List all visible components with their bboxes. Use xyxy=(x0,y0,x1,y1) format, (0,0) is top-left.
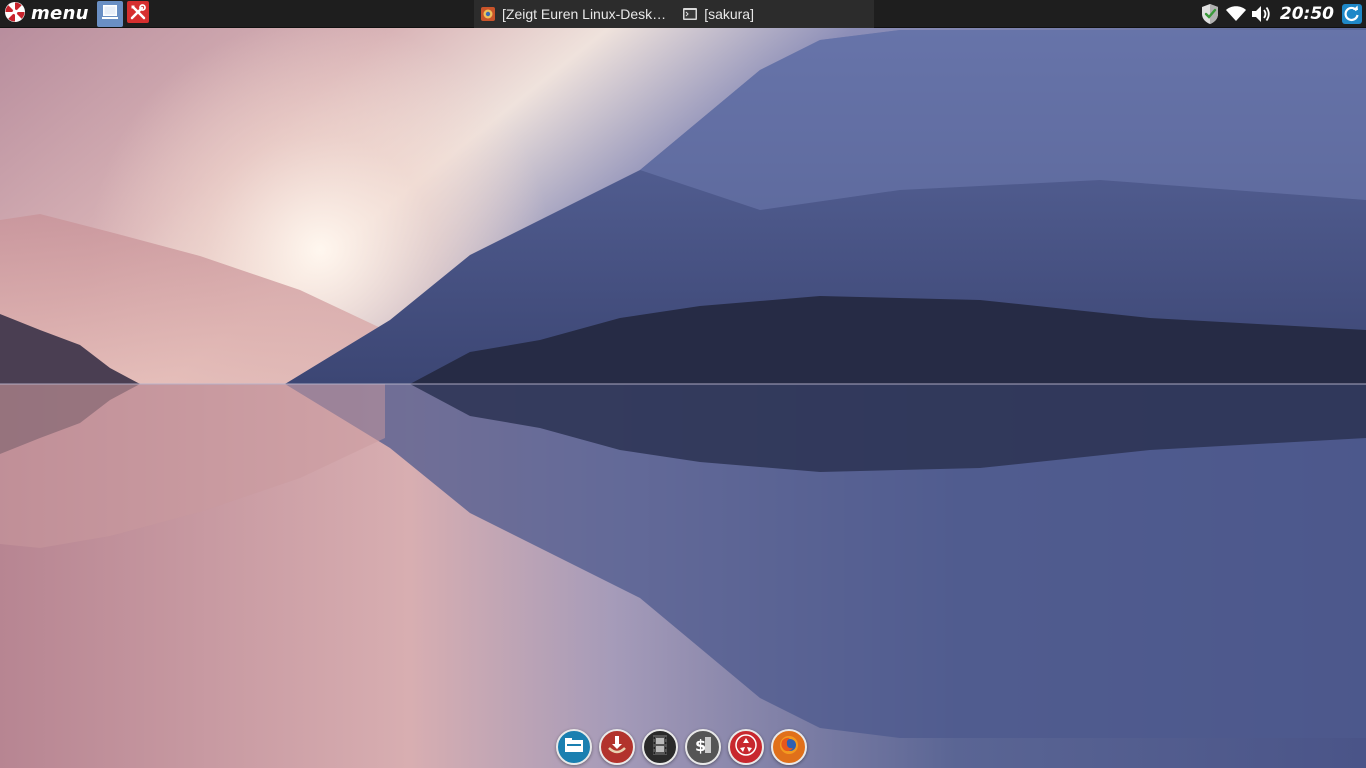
main-menu-button[interactable]: menu xyxy=(0,0,95,28)
desktop-wallpaper[interactable] xyxy=(0,0,1366,768)
dock-firefox[interactable] xyxy=(771,729,807,765)
dock-terminal[interactable]: $ xyxy=(685,729,721,765)
terminal-dollar-icon: $ xyxy=(692,734,714,760)
film-icon xyxy=(650,734,670,760)
dock-media[interactable] xyxy=(642,729,678,765)
dock-trash[interactable] xyxy=(728,729,764,765)
dock-downloader[interactable] xyxy=(599,729,635,765)
shield-icon[interactable] xyxy=(1198,0,1222,28)
peppermint-logo-icon xyxy=(4,1,26,27)
taskbar: [Zeigt Euren Linux-Desk… [sakura] xyxy=(474,0,874,28)
task-terminal-window[interactable]: [sakura] xyxy=(676,0,760,28)
system-tools-launcher[interactable] xyxy=(125,0,151,27)
svg-text:$: $ xyxy=(695,736,706,755)
folder-icon xyxy=(563,735,585,759)
task-label: [Zeigt Euren Linux-Desk… xyxy=(502,6,667,22)
terminal-icon xyxy=(682,6,698,22)
clock[interactable]: 20:50 xyxy=(1280,4,1334,24)
task-browser-window[interactable]: [Zeigt Euren Linux-Desk… xyxy=(474,0,672,28)
task-label: [sakura] xyxy=(704,6,754,22)
menu-label: menu xyxy=(31,3,89,24)
firefox-icon xyxy=(777,733,801,761)
tools-icon xyxy=(126,0,149,27)
dock-file-manager[interactable] xyxy=(556,729,592,765)
volume-icon[interactable] xyxy=(1250,0,1274,28)
desktop-icon xyxy=(100,2,120,26)
dock: $ xyxy=(556,728,814,766)
wifi-icon[interactable] xyxy=(1224,0,1248,28)
browser-icon xyxy=(480,6,496,22)
system-tray: 20:50 xyxy=(1196,0,1366,28)
download-icon xyxy=(606,734,628,760)
update-icon[interactable] xyxy=(1340,0,1364,28)
recycle-icon xyxy=(734,733,758,761)
show-desktop-launcher[interactable] xyxy=(96,0,123,27)
